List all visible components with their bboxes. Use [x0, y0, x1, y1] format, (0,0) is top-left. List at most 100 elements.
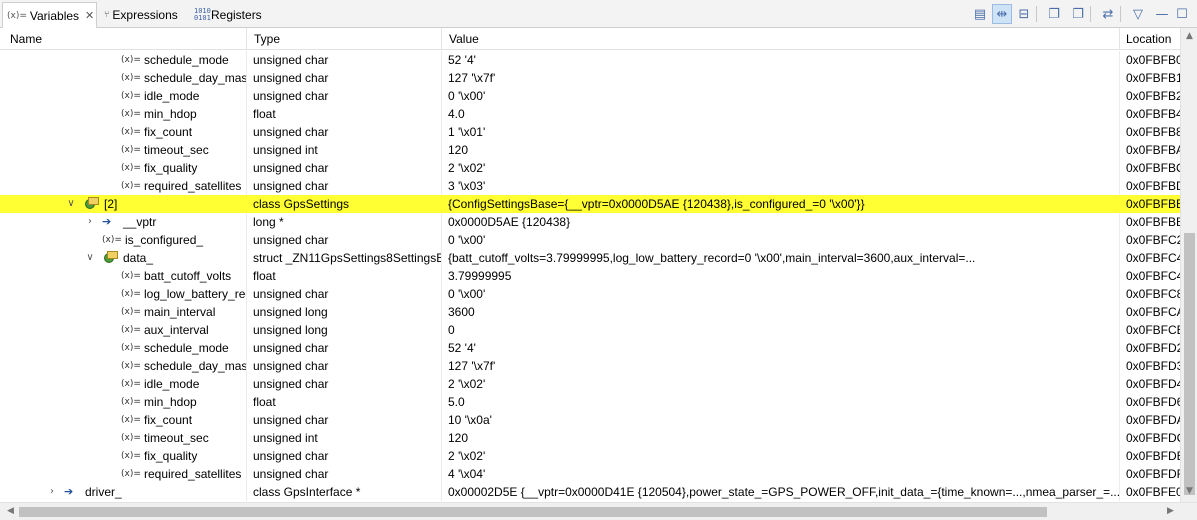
view-menu-icon[interactable]: ▽: [1128, 4, 1148, 24]
name-cell: › ➔ driver_: [0, 483, 246, 501]
vertical-scroll-thumb[interactable]: [1184, 233, 1195, 495]
location-cell: 0x0FBFB8: [1126, 125, 1180, 139]
type-cell: unsigned char: [253, 53, 329, 67]
column-value[interactable]: Value: [443, 28, 479, 50]
tree-row[interactable]: ∨ data_ struct _ZN11GpsSettings8SettingsE {…: [0, 249, 1180, 267]
column-name[interactable]: Name: [4, 28, 42, 50]
variable-icon: (x)=: [121, 163, 141, 173]
variable-name: fix_quality: [144, 161, 198, 175]
location-cell: 0x0FBFDA: [1126, 413, 1180, 427]
vertical-scrollbar[interactable]: ▲ ▼: [1180, 28, 1197, 502]
name-cell: (x)= timeout_sec: [0, 141, 246, 159]
expressions-icon: ⑂: [104, 9, 110, 20]
tree-row[interactable]: (x)= idle_mode unsigned char 2 '\x02' 0x0FBF…: [0, 375, 1180, 393]
expanded-chevron-icon[interactable]: ∨: [65, 195, 77, 213]
minimize-icon[interactable]: —: [1152, 4, 1172, 24]
horizontal-scrollbar[interactable]: ◀ ▶: [0, 502, 1197, 520]
collapse-all-icon[interactable]: ⊟: [1014, 4, 1034, 24]
maximize-icon[interactable]: ☐: [1172, 4, 1192, 24]
location-cell: 0x0FBFE0: [1126, 485, 1180, 499]
type-cell: unsigned char: [253, 467, 329, 481]
scroll-right-icon[interactable]: ▶: [1162, 506, 1179, 516]
name-cell: (x)= fix_count: [0, 123, 246, 141]
tree-row[interactable]: (x)= min_hdop float 5.0 0x0FBFD6: [0, 393, 1180, 411]
variable-name: batt_cutoff_volts: [144, 269, 232, 283]
type-cell: float: [253, 269, 276, 283]
type-cell: unsigned char: [253, 341, 329, 355]
value-cell: 120: [448, 143, 469, 157]
tree-row[interactable]: (x)= schedule_mode unsigned char 52 '4' 0x0F…: [0, 339, 1180, 357]
column-location[interactable]: Location: [1120, 28, 1171, 50]
location-cell: 0x0FBFBD: [1126, 179, 1180, 193]
type-cell: float: [253, 395, 276, 409]
value-cell: 0: [448, 323, 455, 337]
tree-row[interactable]: (x)= fix_count unsigned char 1 '\x01' 0x0FBF…: [0, 123, 1180, 141]
structure-icon: [102, 249, 118, 267]
variable-name: fix_count: [144, 125, 193, 139]
tree-row[interactable]: (x)= timeout_sec unsigned int 120 0x0FBFBA: [0, 141, 1180, 159]
variable-icon: (x)=: [121, 451, 141, 461]
tree-row[interactable]: (x)= required_satellites unsigned char 3 '\…: [0, 177, 1180, 195]
value-cell: {batt_cutoff_volts=3.79999995,log_low_ba…: [448, 251, 976, 265]
location-cell: 0x0FBFCE: [1126, 323, 1180, 337]
value-cell: 127 '\x7f': [448, 71, 496, 85]
tree-row[interactable]: (x)= schedule_mode unsigned char 52 '4' 0x0F…: [0, 51, 1180, 69]
name-cell: (x)= batt_cutoff_volts: [0, 267, 246, 285]
tree-row[interactable]: (x)= idle_mode unsigned char 0 '\x00' 0x0FBF…: [0, 87, 1180, 105]
tree-row[interactable]: (x)= is_configured_ unsigned char 0 '\x00' 0…: [0, 231, 1180, 249]
remove-global-variables-icon[interactable]: ❐: [1068, 4, 1088, 24]
collapse-layout-icon[interactable]: ⇹: [992, 4, 1012, 24]
value-cell: 3600: [448, 305, 475, 319]
tree-row[interactable]: (x)= fix_quality unsigned char 2 '\x02' 0x0F…: [0, 159, 1180, 177]
tree-row[interactable]: › ➔ driver_ class GpsInterface * 0x00002D5E …: [0, 483, 1180, 501]
name-cell: (x)= is_configured_: [0, 231, 246, 249]
column-type[interactable]: Type: [248, 28, 280, 50]
tab-registers[interactable]: 1010 0101 Registers: [192, 2, 272, 27]
scroll-down-icon[interactable]: ▼: [1181, 486, 1197, 496]
sync-icon[interactable]: ⇄: [1098, 4, 1118, 24]
show-type-names-icon[interactable]: ▤: [970, 4, 990, 24]
expanded-chevron-icon[interactable]: ∨: [84, 249, 96, 267]
type-cell: unsigned long: [253, 305, 328, 319]
value-cell: 3 '\x03': [448, 179, 486, 193]
collapsed-chevron-icon[interactable]: ›: [46, 483, 58, 501]
variable-icon: (x)=: [121, 397, 141, 407]
toolbar-separator: [1120, 6, 1121, 22]
add-global-variables-icon[interactable]: ❐: [1044, 4, 1064, 24]
value-cell: 0x00002D5E {__vptr=0x0000D41E {120504},p…: [448, 485, 1120, 499]
scroll-up-icon[interactable]: ▲: [1181, 31, 1197, 41]
type-cell: unsigned char: [253, 125, 329, 139]
tree-row[interactable]: (x)= min_hdop float 4.0 0x0FBFB4: [0, 105, 1180, 123]
tree-row[interactable]: (x)= aux_interval unsigned long 0 0x0FBFCE: [0, 321, 1180, 339]
horizontal-scroll-thumb[interactable]: [19, 507, 1047, 517]
column-divider[interactable]: [246, 28, 247, 50]
tree-row[interactable]: (x)= timeout_sec unsigned int 120 0x0FBFDC: [0, 429, 1180, 447]
tree-row[interactable]: (x)= main_interval unsigned long 3600 0x0FBF…: [0, 303, 1180, 321]
tree-row[interactable]: (x)= required_satellites unsigned char 4 '\…: [0, 465, 1180, 483]
tree-row[interactable]: (x)= schedule_day_mask unsigned char 127 '\…: [0, 69, 1180, 87]
scroll-left-icon[interactable]: ◀: [2, 506, 19, 516]
type-cell: unsigned int: [253, 143, 318, 157]
variable-icon: (x)=: [121, 55, 141, 65]
collapsed-chevron-icon[interactable]: ›: [84, 213, 96, 231]
value-cell: 52 '4': [448, 341, 476, 355]
tab-variables[interactable]: (x)= Variables ✕: [2, 2, 97, 28]
tree-row[interactable]: › ➔ __vptr long * 0x0000D5AE {120438} 0x0FBFB…: [0, 213, 1180, 231]
value-cell: 2 '\x02': [448, 161, 486, 175]
tree-row[interactable]: (x)= fix_count unsigned char 10 '\x0a' 0x0FB…: [0, 411, 1180, 429]
name-cell: (x)= idle_mode: [0, 87, 246, 105]
value-cell: 52 '4': [448, 53, 476, 67]
close-icon[interactable]: ✕: [85, 9, 94, 22]
tree-row[interactable]: (x)= schedule_day_mask unsigned char 127 '\…: [0, 357, 1180, 375]
tree-row[interactable]: (x)= fix_quality unsigned char 2 '\x02' 0x0F…: [0, 447, 1180, 465]
variables-icon: (x)=: [7, 10, 27, 21]
tab-expressions[interactable]: ⑂ Expressions: [102, 2, 188, 27]
type-cell: unsigned char: [253, 179, 329, 193]
name-cell: (x)= main_interval: [0, 303, 246, 321]
tree-row[interactable]: ∨ [2] class GpsSettings {ConfigSettingsBase…: [0, 195, 1180, 213]
registers-icon: 1010 0101: [194, 6, 211, 22]
column-divider[interactable]: [441, 28, 442, 50]
variable-icon: (x)=: [121, 145, 141, 155]
tree-row[interactable]: (x)= batt_cutoff_volts float 3.79999995 0x0F…: [0, 267, 1180, 285]
tree-row[interactable]: (x)=log_low_battery_record unsigned char 0…: [0, 285, 1180, 303]
